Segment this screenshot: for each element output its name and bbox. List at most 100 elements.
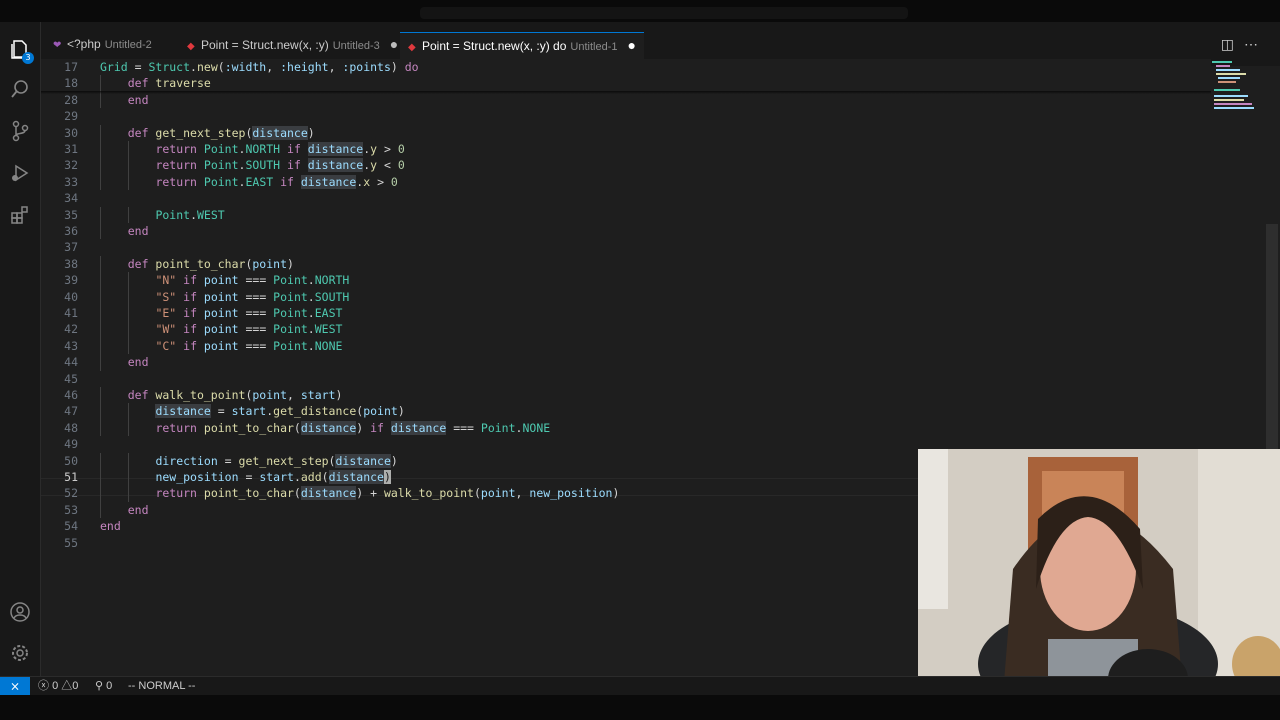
code-token: :height <box>280 60 329 74</box>
line-number: 38 <box>64 256 78 271</box>
more-actions-icon[interactable]: ⋯ <box>1244 36 1268 52</box>
code-line[interactable]: 33 return Point.EAST if distance.x > 0 <box>41 174 1211 190</box>
code-line[interactable]: 31 return Point.NORTH if distance.y > 0 <box>41 141 1211 157</box>
indent-guide <box>100 387 101 404</box>
run-debug-icon[interactable] <box>8 162 32 186</box>
code-token: , <box>266 60 281 74</box>
modified-dot-icon[interactable]: ● <box>627 33 635 57</box>
code-token: "N" <box>155 273 177 288</box>
code-line[interactable]: 41 "E" if point === Point.EAST <box>41 305 1211 321</box>
search-icon[interactable] <box>8 78 32 102</box>
code-token: SOUTH <box>245 158 281 173</box>
code-line[interactable]: 32 return Point.SOUTH if distance.y < 0 <box>41 157 1211 173</box>
minimap-line <box>1218 81 1236 83</box>
code-token: . <box>307 322 315 337</box>
code-token: :width <box>224 60 267 74</box>
code-line[interactable]: 43 "C" if point === Point.NONE <box>41 338 1211 354</box>
code-token: direction <box>155 453 218 468</box>
ports-count: 0 <box>106 680 113 692</box>
settings-gear-icon[interactable] <box>8 642 32 666</box>
sticky-code-line[interactable]: 17 Grid = Struct.new(:width, :height, :po… <box>41 59 1211 75</box>
indent-guide <box>127 288 129 305</box>
line-number: 52 <box>64 486 78 501</box>
code-line[interactable]: 39 "N" if point === Point.NORTH <box>41 272 1211 288</box>
code-token: def <box>127 76 156 91</box>
code-text: def traverse <box>128 75 211 91</box>
line-number: 29 <box>64 109 78 124</box>
minimap-line <box>1216 65 1230 67</box>
code-line[interactable]: 46 def walk_to_point(point, start) <box>41 387 1211 403</box>
code-line[interactable]: 35 Point.WEST <box>41 207 1211 223</box>
code-token: ) <box>307 125 315 140</box>
line-number: 34 <box>64 191 78 206</box>
line-number: 47 <box>64 404 78 419</box>
remote-indicator-icon[interactable]: ⨯ <box>0 677 30 695</box>
code-token: === <box>446 420 481 435</box>
code-token: . <box>293 470 301 484</box>
code-token: === <box>238 289 274 304</box>
code-line[interactable]: 29 <box>41 108 1211 124</box>
highlighted-token: distance <box>300 486 357 501</box>
code-token: Point <box>273 322 308 337</box>
line-number: 42 <box>64 322 78 337</box>
code-token: . <box>307 306 315 320</box>
vertical-scrollbar[interactable] <box>1266 224 1278 474</box>
indent-guide <box>100 485 101 502</box>
minimap[interactable] <box>1208 59 1268 119</box>
code-token: return <box>155 174 204 189</box>
code-line[interactable]: 48 return point_to_char(distance) if dist… <box>41 420 1211 436</box>
minimap-line <box>1214 99 1244 101</box>
code-text: return Point.SOUTH if distance.y < 0 <box>155 157 405 173</box>
indent-guide <box>127 272 129 289</box>
source-control-icon[interactable] <box>8 120 32 144</box>
code-token: if <box>176 322 204 337</box>
indent-guide <box>127 141 129 158</box>
code-text: "C" if point === Point.NONE <box>155 338 342 354</box>
sticky-code-line[interactable]: 18 def traverse <box>41 75 1211 92</box>
code-token: ) <box>335 388 343 402</box>
code-line[interactable]: 37 <box>41 239 1211 255</box>
code-token: Point <box>273 273 308 288</box>
line-number: 28 <box>64 92 78 107</box>
indent-guide <box>100 403 101 420</box>
code-line[interactable]: 38 def point_to_char(point) <box>41 256 1211 272</box>
split-editor-icon[interactable]: ◫ <box>1221 36 1244 52</box>
code-line[interactable]: 36 end <box>41 223 1211 239</box>
code-token: point <box>363 404 398 419</box>
bottom-bar <box>0 695 1280 720</box>
code-line[interactable]: 30 def get_next_step(distance) <box>41 125 1211 141</box>
code-line[interactable]: 40 "S" if point === Point.SOUTH <box>41 289 1211 305</box>
problems-indicator[interactable]: ⓧ 0 △0 <box>38 677 78 695</box>
code-token: ) <box>390 453 398 468</box>
code-token: . <box>190 207 197 222</box>
code-token: ) <box>612 486 620 501</box>
code-line[interactable]: 45 <box>41 371 1211 387</box>
ports-indicator[interactable]: ⚲ 0 <box>95 677 112 695</box>
code-token: do <box>404 60 419 74</box>
code-token: NORTH <box>245 142 281 156</box>
code-line[interactable]: 47 distance = start.get_distance(point) <box>41 403 1211 419</box>
webcam-overlay <box>918 449 1280 695</box>
minimap-line <box>1216 69 1240 71</box>
code-token: Grid <box>100 60 128 74</box>
code-token: get_next_step <box>155 125 246 140</box>
line-number: 50 <box>64 453 78 468</box>
account-icon[interactable] <box>8 601 32 625</box>
code-token: if <box>280 142 308 156</box>
code-token: ( <box>321 470 329 484</box>
extensions-icon[interactable] <box>8 204 32 228</box>
code-line[interactable]: 28 end <box>41 92 1211 108</box>
code-line[interactable]: 44 end <box>41 354 1211 370</box>
code-line[interactable]: 42 "W" if point === Point.WEST <box>41 321 1211 337</box>
code-token: Point <box>273 338 308 353</box>
tab-label: <?php <box>67 37 101 51</box>
command-center[interactable] <box>420 7 908 19</box>
minimap-line <box>1214 89 1240 91</box>
code-text: distance = start.get_distance(point) <box>155 403 405 419</box>
modified-dot-icon[interactable]: ● <box>390 32 398 56</box>
files-icon[interactable]: 3 <box>8 38 34 64</box>
line-number: 18 <box>64 76 78 91</box>
code-line[interactable]: 34 <box>41 190 1211 206</box>
code-token: WEST <box>197 207 225 222</box>
code-token: end <box>127 502 149 517</box>
